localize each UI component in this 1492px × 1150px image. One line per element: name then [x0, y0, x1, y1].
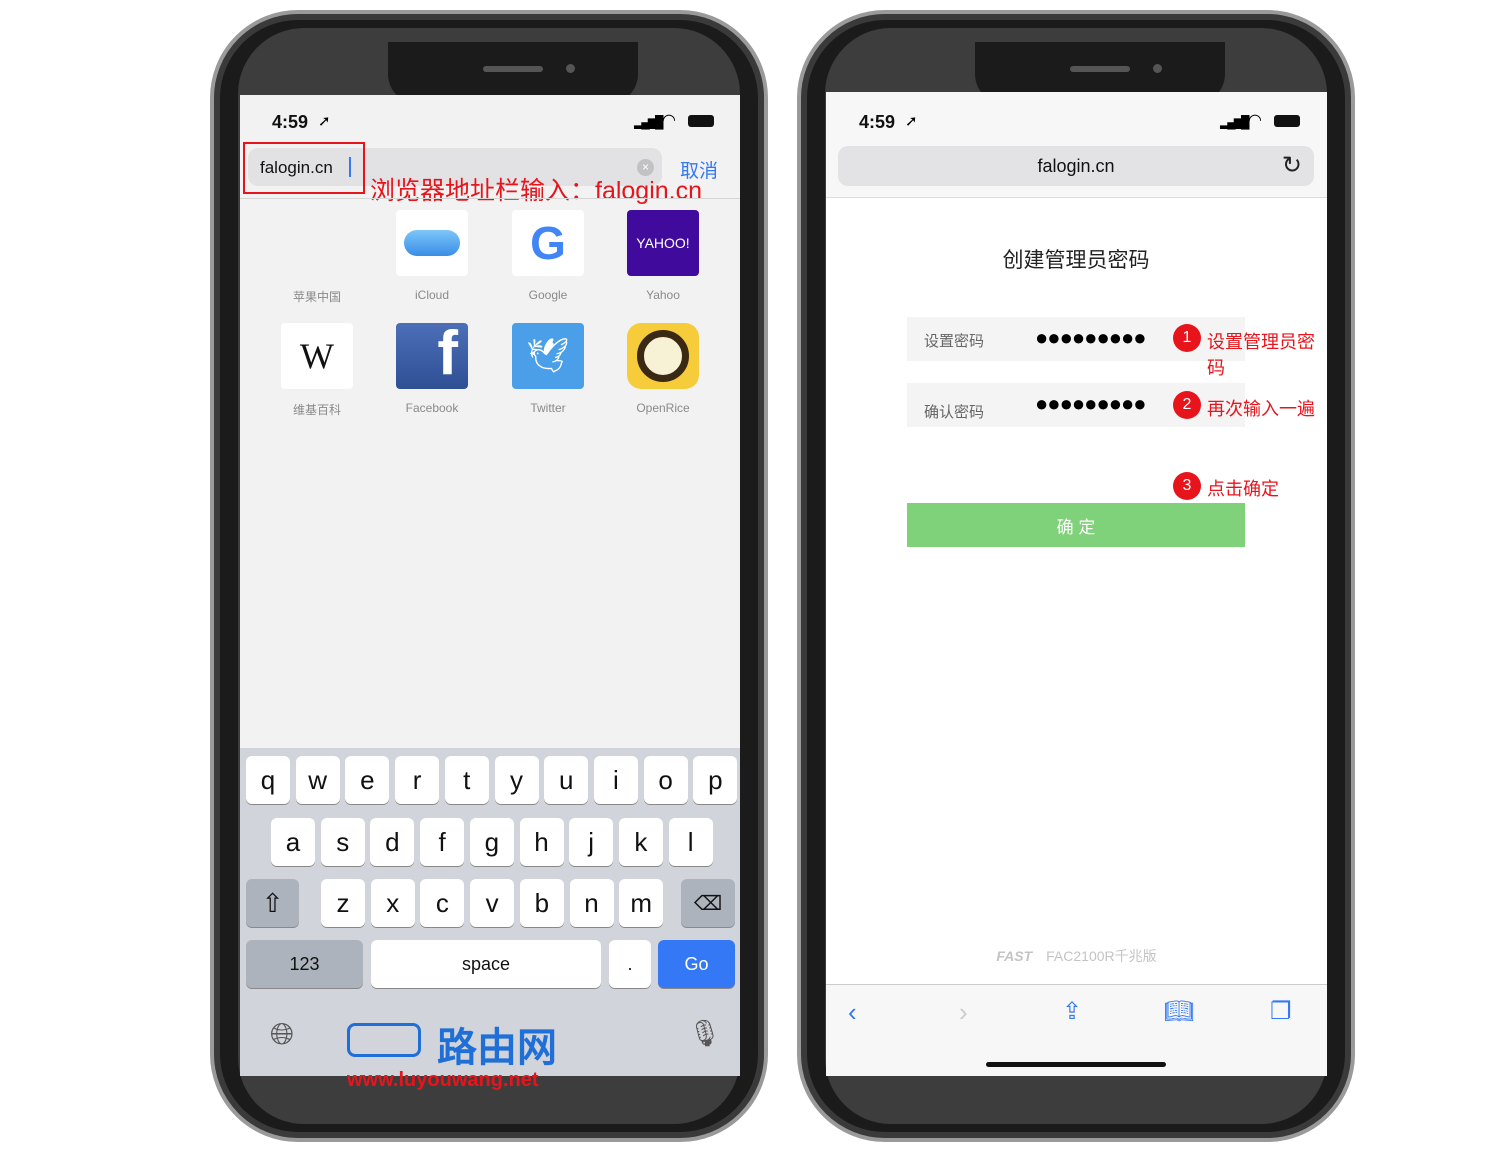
reload-icon[interactable]: ↻ [1282, 151, 1302, 180]
signal-icon: ▂▄▆█ [634, 115, 664, 129]
right-screen: 4:59 ➚ ▂▄▆█ ◠ falogin.cn ↻ 创建管理员密码 设置密码 … [826, 92, 1327, 1076]
status-time: 4:59 [272, 112, 309, 132]
space-key[interactable]: space [371, 940, 601, 988]
key-a[interactable]: a [271, 818, 315, 866]
footer: FAST FAC2100R千兆版 [826, 946, 1327, 966]
key-p[interactable]: p [693, 756, 738, 804]
back-icon[interactable]: ‹ [848, 997, 857, 1028]
key-y[interactable]: y [494, 756, 539, 804]
step-badge-1: 1 [1173, 324, 1201, 352]
facebook-icon: f [396, 323, 468, 389]
key-n[interactable]: n [569, 879, 614, 927]
key-t[interactable]: t [444, 756, 489, 804]
wifi-icon: ◠ [662, 112, 676, 129]
share-icon[interactable]: ⇪ [1062, 997, 1082, 1026]
shift-key[interactable]: ⇧ [246, 879, 299, 927]
favorite-icloud[interactable]: iCloud [395, 210, 469, 302]
confirm-button[interactable]: 确 定 [907, 503, 1245, 547]
location-icon: ➚ [318, 113, 331, 130]
icloud-icon [396, 210, 468, 276]
favorite-twitter[interactable]: 🕊 Twitter [511, 323, 585, 415]
key-f[interactable]: f [420, 818, 465, 866]
google-icon: G [512, 210, 584, 276]
delete-key[interactable]: ⌫ [681, 879, 735, 927]
period-key[interactable]: . [609, 940, 651, 988]
globe-icon[interactable]: 🌐︎ [270, 1018, 294, 1052]
favorite-apple[interactable]: 苹果中国 [280, 210, 354, 305]
confirm-password-input[interactable]: ●●●●●●●●● [1035, 391, 1147, 417]
wikipedia-icon: W [281, 323, 353, 389]
numbers-key[interactable]: 123 [246, 940, 363, 988]
left-screen: 4:59 ➚ ▂▄▆█ ◠ falogin.cn × 取消 浏览器地址栏输入：f… [240, 95, 740, 1076]
wifi-icon: ◠ [1248, 112, 1262, 129]
key-m[interactable]: m [619, 879, 664, 927]
key-i[interactable]: i [593, 756, 638, 804]
key-l[interactable]: l [668, 818, 713, 866]
router-icon [347, 1023, 421, 1057]
forward-icon[interactable]: › [959, 997, 968, 1028]
key-s[interactable]: s [320, 818, 365, 866]
battery-icon [688, 115, 714, 127]
watermark-url: www.luyouwang.net [347, 1069, 539, 1091]
page-title: 创建管理员密码 [1002, 249, 1150, 272]
key-g[interactable]: g [469, 818, 514, 866]
favorite-google[interactable]: G Google [511, 210, 585, 302]
favorite-wikipedia[interactable]: W 维基百科 [280, 323, 354, 418]
password-input[interactable]: ●●●●●●●●● [1035, 325, 1147, 351]
go-key[interactable]: Go [658, 940, 735, 988]
key-j[interactable]: j [569, 818, 614, 866]
tabs-icon[interactable]: ❐ [1270, 997, 1292, 1026]
apple-icon [281, 210, 353, 276]
key-c[interactable]: c [420, 879, 465, 927]
location-icon: ➚ [905, 113, 918, 130]
key-h[interactable]: h [519, 818, 564, 866]
key-z[interactable]: z [321, 879, 365, 927]
twitter-icon: 🕊 [512, 323, 584, 389]
favorite-yahoo[interactable]: YAHOO! Yahoo [626, 210, 700, 302]
step-annotation-3: 点击确定 [1207, 479, 1279, 499]
favorite-openrice[interactable]: OpenRice [626, 323, 700, 415]
step-badge-2: 2 [1173, 391, 1201, 419]
watermark-logo: 路由网 www.luyouwang.net [345, 993, 580, 1093]
step-badge-3: 3 [1173, 472, 1201, 500]
key-b[interactable]: b [519, 879, 564, 927]
yahoo-icon: YAHOO! [627, 210, 699, 276]
key-v[interactable]: v [470, 879, 515, 927]
home-indicator [986, 1062, 1166, 1067]
key-q[interactable]: q [246, 756, 290, 804]
watermark-text: 路由网 [437, 1026, 557, 1070]
highlight-box [243, 142, 365, 194]
address-url: falogin.cn [1037, 156, 1115, 176]
bookmarks-icon[interactable]: 📖︎ [1164, 997, 1194, 1026]
key-k[interactable]: k [618, 818, 663, 866]
signal-icon: ▂▄▆█ [1220, 115, 1250, 129]
status-time: 4:59 [859, 112, 896, 132]
divider [240, 198, 740, 199]
address-annotation: 浏览器地址栏输入：falogin.cn [370, 177, 703, 205]
key-r[interactable]: r [395, 756, 440, 804]
footer-brand: FAST [996, 948, 1033, 964]
openrice-icon [627, 323, 699, 389]
step-annotation-2: 再次输入一遍 [1207, 399, 1315, 419]
key-x[interactable]: x [370, 879, 415, 927]
microphone-icon[interactable]: 🎙︎ [688, 1018, 721, 1049]
key-e[interactable]: e [345, 756, 390, 804]
key-d[interactable]: d [370, 818, 415, 866]
favorite-facebook[interactable]: f Facebook [395, 323, 469, 415]
battery-icon [1274, 115, 1300, 127]
address-bar[interactable]: falogin.cn ↻ [838, 146, 1314, 186]
key-o[interactable]: o [643, 756, 688, 804]
key-w[interactable]: w [295, 756, 340, 804]
key-u[interactable]: u [544, 756, 589, 804]
footer-model: FAC2100R千兆版 [1046, 948, 1157, 964]
step-annotation-1: 设置管理员密码 [1207, 332, 1315, 378]
